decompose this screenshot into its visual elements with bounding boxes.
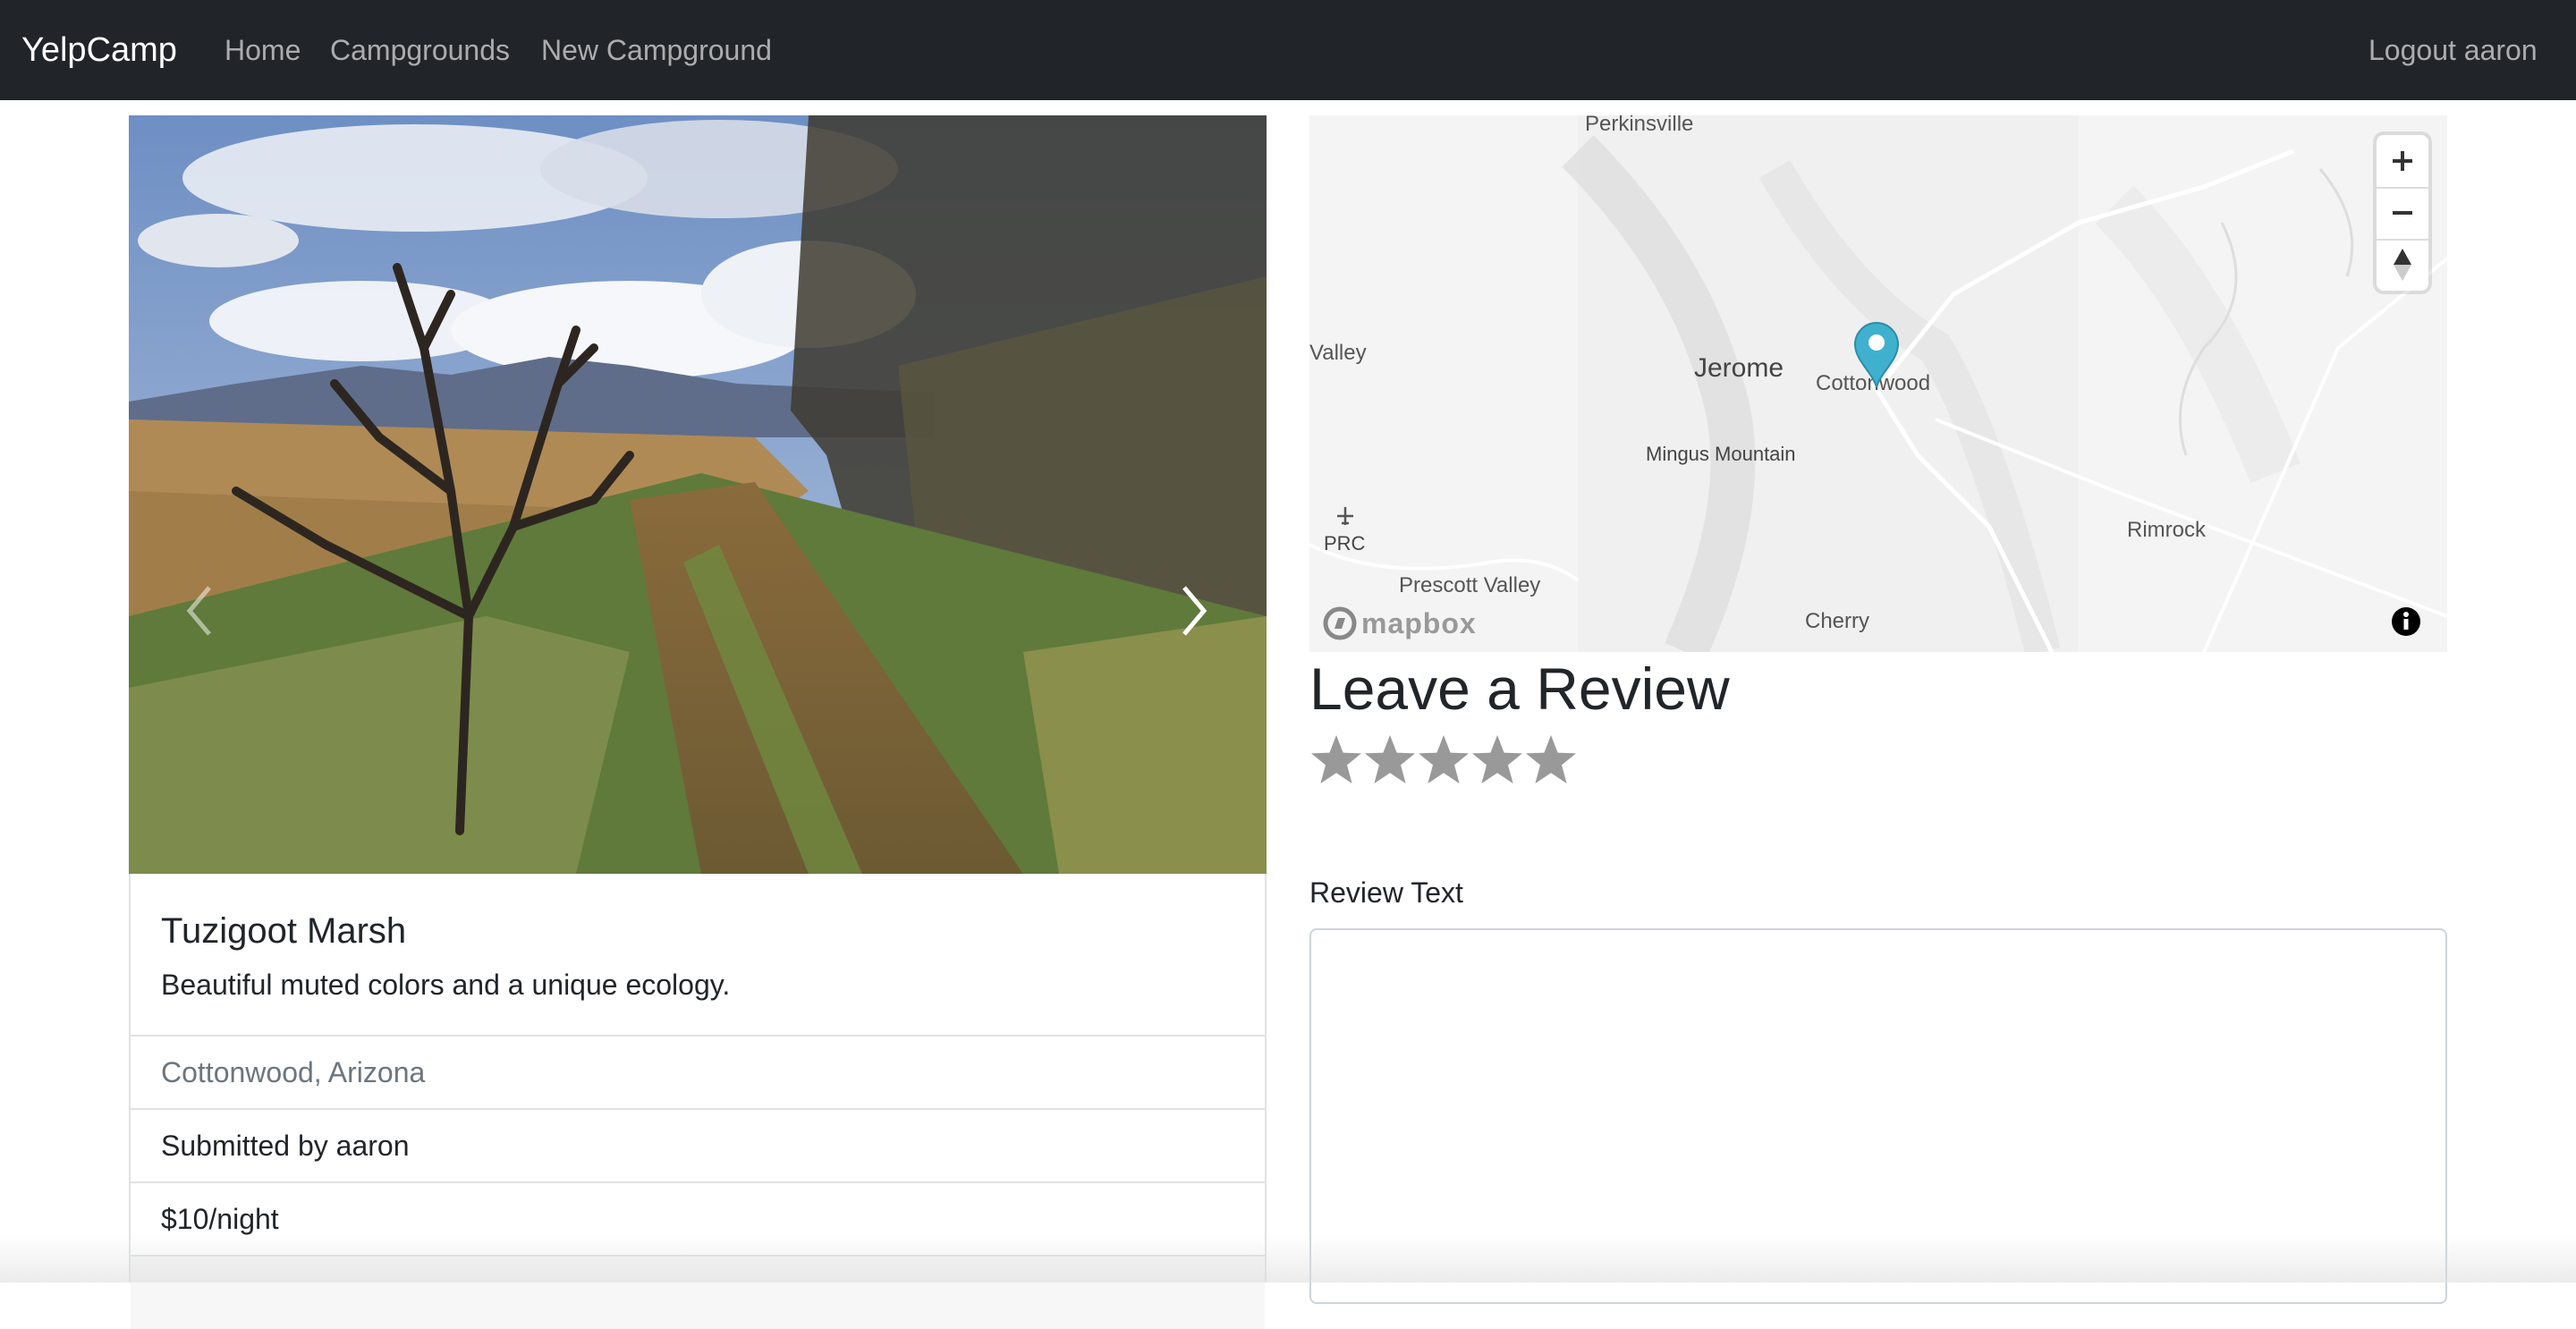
campground-description: Beautiful muted colors and a unique ecol… xyxy=(161,969,731,1001)
review-text-input[interactable] xyxy=(1309,928,2447,1304)
map-label-prc: PRC xyxy=(1324,532,1366,554)
campground-card: Tuzigoot Marsh Beautiful muted colors an… xyxy=(129,874,1267,1329)
plus-icon xyxy=(2393,151,2412,171)
map-label-jerome: Jerome xyxy=(1694,353,1784,383)
compass-icon xyxy=(2394,249,2411,281)
minus-icon xyxy=(2393,211,2412,215)
map-label-rimrock: Rimrock xyxy=(2127,518,2206,542)
logout-link[interactable]: Logout aaron xyxy=(2368,30,2538,70)
carousel-next-button[interactable] xyxy=(1157,539,1229,682)
campground-photo xyxy=(129,115,1267,874)
nav-link-campgrounds[interactable]: Campgrounds xyxy=(330,30,510,70)
map-label-mingus-mountain: Mingus Mountain xyxy=(1646,443,1796,465)
info-icon xyxy=(2392,607,2420,636)
star-icon[interactable] xyxy=(1470,733,1524,787)
card-footer xyxy=(131,1255,1265,1329)
map-label-valley: Valley xyxy=(1309,341,1367,365)
map-zoom-controls xyxy=(2377,135,2428,291)
carousel-prev-button[interactable] xyxy=(165,539,236,682)
nav-link-new-campground[interactable]: New Campground xyxy=(541,30,772,70)
star-icon[interactable] xyxy=(1524,733,1578,787)
campground-image-carousel xyxy=(129,115,1267,874)
map-info-button[interactable] xyxy=(2390,605,2422,638)
chevron-left-icon xyxy=(186,586,211,636)
reset-north-button[interactable] xyxy=(2377,239,2428,291)
zoom-out-button[interactable] xyxy=(2377,187,2428,239)
chevron-right-icon xyxy=(1182,586,1208,636)
star-icon[interactable] xyxy=(1417,733,1470,787)
map-label-cherry: Cherry xyxy=(1805,609,1870,633)
map-label-perkinsville: Perkinsville xyxy=(1585,115,1694,136)
zoom-in-button[interactable] xyxy=(2377,135,2428,187)
mapbox-logo[interactable]: mapbox xyxy=(1322,605,1477,641)
review-text-label: Review Text xyxy=(1309,876,1463,909)
mapbox-logo-icon xyxy=(1323,606,1357,640)
campground-map[interactable]: Perkinsville Valley Jerome Cottonwood Mi… xyxy=(1309,115,2447,652)
airport-icon xyxy=(1337,507,1353,525)
navbar: YelpCamp Home Campgrounds New Campground… xyxy=(0,0,2576,100)
campground-title: Tuzigoot Marsh xyxy=(161,911,407,951)
brand-link[interactable]: YelpCamp xyxy=(21,27,177,73)
star-icon[interactable] xyxy=(1363,733,1417,787)
nav-link-home[interactable]: Home xyxy=(225,30,301,70)
star-rating[interactable] xyxy=(1309,733,1578,791)
review-heading: Leave a Review xyxy=(1309,656,1730,722)
map-marker-icon[interactable] xyxy=(1852,319,1902,389)
map-label-prescott-valley: Prescott Valley xyxy=(1399,573,1541,597)
campground-author: Submitted by aaron xyxy=(131,1108,1265,1182)
mapbox-logo-text: mapbox xyxy=(1361,606,1477,639)
star-icon[interactable] xyxy=(1309,733,1363,787)
campground-location: Cottonwood, Arizona xyxy=(131,1035,1265,1109)
campground-price: $10/night xyxy=(131,1181,1265,1256)
